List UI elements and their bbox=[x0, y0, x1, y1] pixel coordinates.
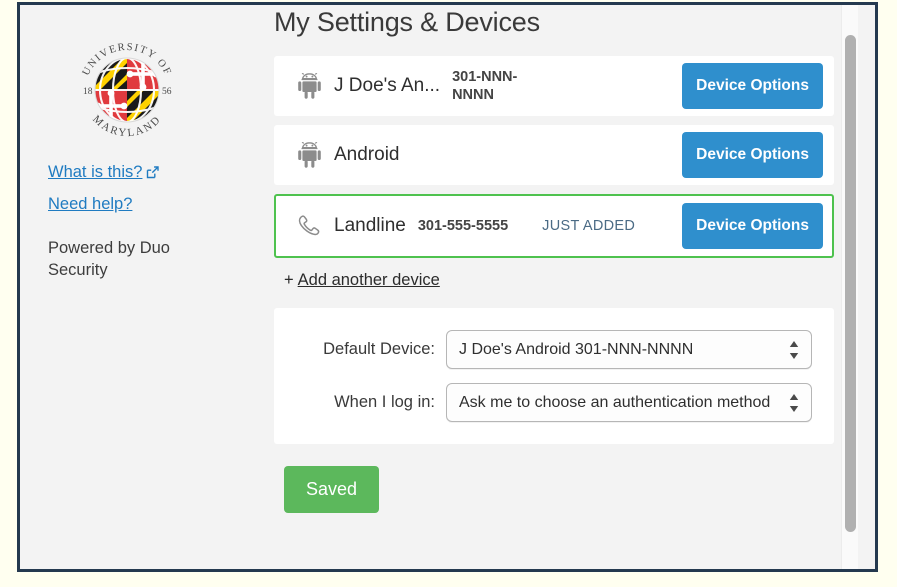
powered-by-duo-text: Powered by Duo Security bbox=[48, 238, 170, 279]
default-device-value: J Doe's Android 301-NNN-NNNN bbox=[459, 340, 694, 358]
settings-card: Default Device: J Doe's Android 301-NNN-… bbox=[274, 308, 834, 444]
status-badge: JUST ADDED bbox=[542, 218, 636, 234]
page-title: My Settings & Devices bbox=[274, 7, 540, 37]
sidebar-link-need-help-label: Need help? bbox=[48, 194, 133, 213]
device-options-button[interactable]: Device Options bbox=[682, 203, 823, 249]
add-device-row: + Add another device bbox=[284, 271, 834, 290]
main-content: My Settings & Devices J Doe's An... 301-… bbox=[235, 5, 858, 569]
device-name: Android bbox=[334, 144, 400, 165]
device-row-highlighted: Landline 301-555-5555 JUST ADDED Device … bbox=[274, 194, 834, 258]
vertical-scrollbar-track[interactable] bbox=[841, 5, 858, 569]
default-device-label: Default Device: bbox=[323, 340, 435, 358]
browser-window-frame: UNIVERSITY OF MARYLAND 18 56 What is thi… bbox=[17, 2, 878, 572]
device-row: Android Device Options bbox=[274, 125, 834, 185]
screenshot-root: UNIVERSITY OF MARYLAND 18 56 What is thi… bbox=[0, 0, 897, 587]
android-icon bbox=[294, 73, 324, 99]
saved-button[interactable]: Saved bbox=[284, 466, 380, 513]
device-phone: 301-NNN-NNNN bbox=[452, 68, 518, 103]
device-name: J Doe's An... bbox=[334, 75, 441, 96]
device-options-button[interactable]: Device Options bbox=[682, 63, 823, 109]
stepper-arrows-icon bbox=[788, 339, 800, 361]
default-device-select[interactable]: J Doe's Android 301-NNN-NNNN bbox=[446, 330, 812, 369]
device-phone: 301-555-5555 bbox=[417, 217, 509, 234]
device-row: J Doe's An... 301-NNN-NNNN Device Option… bbox=[274, 56, 834, 116]
external-link-icon bbox=[146, 165, 160, 185]
sidebar-link-what-is-this-label: What is this? bbox=[48, 163, 143, 181]
stepper-arrows-icon bbox=[788, 392, 800, 414]
duo-settings-panel: UNIVERSITY OF MARYLAND 18 56 What is thi… bbox=[20, 5, 858, 569]
device-options-button[interactable]: Device Options bbox=[682, 132, 823, 178]
seal-year-right: 56 bbox=[162, 87, 172, 97]
setting-row-default-device: Default Device: J Doe's Android 301-NNN-… bbox=[296, 330, 812, 369]
device-name: Landline bbox=[334, 215, 406, 236]
seal-year-left: 18 bbox=[83, 87, 93, 97]
sidebar-links: What is this? Need help? bbox=[48, 163, 221, 215]
sidebar-link-what-is-this[interactable]: What is this? bbox=[48, 163, 221, 185]
when-i-log-in-value: Ask me to choose an authentication metho… bbox=[459, 393, 771, 411]
window-content: UNIVERSITY OF MARYLAND 18 56 What is thi… bbox=[20, 5, 875, 569]
android-icon bbox=[294, 142, 324, 168]
vertical-scrollbar-thumb[interactable] bbox=[845, 35, 856, 532]
add-another-device-link[interactable]: Add another device bbox=[298, 271, 440, 289]
umd-logo: UNIVERSITY OF MARYLAND 18 56 bbox=[64, 35, 190, 145]
when-i-log-in-select[interactable]: Ask me to choose an authentication metho… bbox=[446, 383, 812, 422]
when-i-log-in-label: When I log in: bbox=[334, 393, 435, 411]
phone-handset-icon bbox=[294, 214, 324, 238]
setting-row-when-i-log-in: When I log in: Ask me to choose an authe… bbox=[296, 383, 812, 422]
plus-icon: + bbox=[284, 271, 294, 289]
sidebar-link-need-help[interactable]: Need help? bbox=[48, 195, 221, 215]
university-of-maryland-seal-icon: UNIVERSITY OF MARYLAND 18 56 bbox=[81, 42, 172, 139]
sidebar: UNIVERSITY OF MARYLAND 18 56 What is thi… bbox=[20, 5, 235, 569]
